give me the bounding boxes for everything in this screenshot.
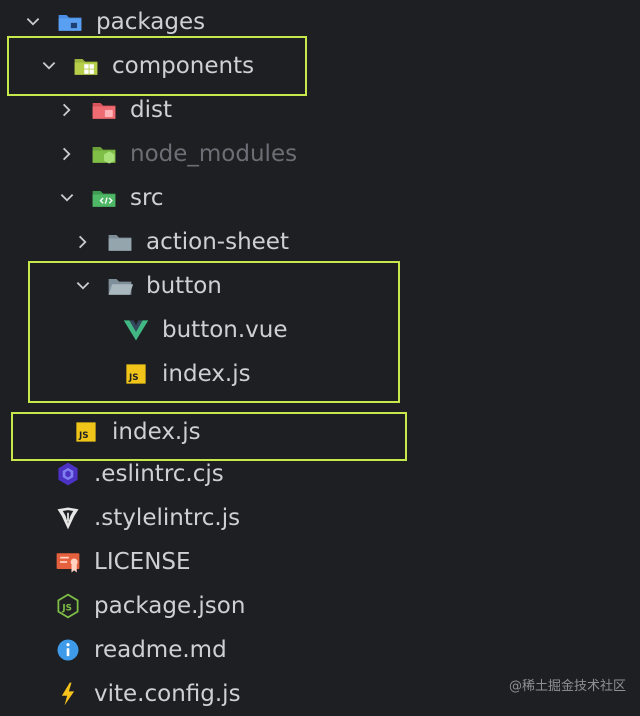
- tree-item-label: index.js: [112, 419, 201, 445]
- tree-item-label: package.json: [94, 593, 246, 619]
- eslint-icon: [52, 458, 84, 490]
- tree-item-action-sheet[interactable]: action-sheet: [72, 220, 289, 264]
- svg-text:JS: JS: [78, 431, 89, 441]
- tree-item-label: readme.md: [94, 637, 227, 663]
- tree-item-readme[interactable]: readme.md: [52, 628, 227, 672]
- tree-item-button[interactable]: button: [72, 264, 222, 308]
- tree-item-label: dist: [130, 97, 172, 123]
- tree-item-stylelintrc[interactable]: .stylelintrc.js: [52, 496, 240, 540]
- tree-item-label: src: [130, 185, 164, 211]
- nodejs-icon: JS: [52, 590, 84, 622]
- lightning-icon: [52, 678, 84, 710]
- tree-item-eslintrc[interactable]: .eslintrc.cjs: [52, 452, 224, 496]
- chevron-down-icon[interactable]: [72, 275, 94, 297]
- tree-item-package-json[interactable]: JS package.json: [52, 584, 245, 628]
- tree-item-packages[interactable]: packages: [22, 0, 205, 44]
- tree-item-index-js-root[interactable]: JS index.js: [70, 410, 201, 454]
- tree-item-label: .eslintrc.cjs: [94, 461, 224, 487]
- tree-item-label: .stylelintrc.js: [94, 505, 241, 531]
- folder-icon: [104, 226, 136, 258]
- folder-open-icon: [104, 270, 136, 302]
- tree-item-license[interactable]: LICENSE: [52, 540, 191, 584]
- tree-item-label: packages: [96, 9, 206, 35]
- svg-text:JS: JS: [61, 603, 72, 613]
- folder-components-icon: [70, 50, 102, 82]
- javascript-icon: JS: [70, 416, 102, 448]
- folder-src-icon: [88, 182, 120, 214]
- tree-item-button-vue[interactable]: button.vue: [120, 308, 288, 352]
- tree-item-label: vite.config.js: [94, 681, 241, 707]
- tree-item-label: node_modules: [130, 141, 298, 167]
- tree-item-label: button.vue: [162, 317, 288, 343]
- info-icon: [52, 634, 84, 666]
- tree-item-index-js[interactable]: JS index.js: [120, 352, 251, 396]
- tree-item-components[interactable]: components: [38, 44, 254, 88]
- chevron-down-icon[interactable]: [56, 187, 78, 209]
- folder-dist-icon: [88, 94, 120, 126]
- chevron-right-icon[interactable]: [56, 99, 78, 121]
- license-icon: [52, 546, 84, 578]
- tree-item-dist[interactable]: dist: [56, 88, 172, 132]
- tree-item-label: button: [146, 273, 222, 299]
- chevron-right-icon[interactable]: [56, 143, 78, 165]
- folder-packages-icon: [54, 6, 86, 38]
- stylelint-icon: [52, 502, 84, 534]
- vue-icon: [120, 314, 152, 346]
- tree-item-label: action-sheet: [146, 229, 289, 255]
- tree-item-node-modules[interactable]: node_modules: [56, 132, 297, 176]
- chevron-right-icon[interactable]: [72, 231, 94, 253]
- tree-item-vite-config[interactable]: vite.config.js: [52, 672, 241, 716]
- tree-item-label: components: [112, 53, 255, 79]
- tree-item-label: index.js: [162, 361, 251, 387]
- tree-item-src[interactable]: src: [56, 176, 164, 220]
- chevron-down-icon[interactable]: [22, 11, 44, 33]
- javascript-icon: JS: [120, 358, 152, 390]
- svg-text:JS: JS: [128, 373, 139, 383]
- folder-node-icon: [88, 138, 120, 170]
- tree-item-label: LICENSE: [94, 549, 191, 575]
- watermark: @稀土掘金技术社区: [508, 679, 626, 694]
- chevron-down-icon[interactable]: [38, 55, 60, 77]
- file-explorer-tree: packages components dist node_modules sr…: [0, 0, 640, 712]
